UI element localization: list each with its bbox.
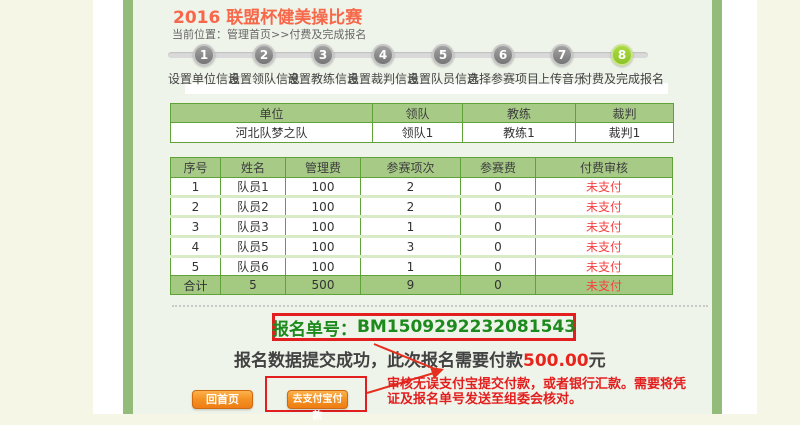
- cell: 100: [286, 178, 361, 197]
- cell: 100: [286, 217, 361, 237]
- table-row: 1 队员1 100 2 0 未支付: [171, 178, 673, 197]
- cell: 5: [171, 257, 221, 276]
- amount-due: 500.00: [523, 351, 589, 371]
- step-progress-track: [168, 52, 648, 58]
- table-row: 4 队员5 100 3 0 未支付: [171, 237, 673, 257]
- cell: 4: [171, 237, 221, 257]
- cell: 2: [171, 197, 221, 217]
- dotted-divider: [172, 305, 708, 307]
- team-info-table: 单位 领队 教练 裁判 河北队梦之队 领队1 教练1 裁判1: [170, 103, 674, 143]
- step-circle: 4: [372, 44, 394, 66]
- cell: 0: [461, 178, 536, 197]
- payment-status: 未支付: [536, 197, 673, 217]
- col-header: 管理费: [286, 158, 361, 178]
- col-header: 裁判: [576, 104, 674, 123]
- col-header: 姓名: [221, 158, 286, 178]
- step-circle: 1: [193, 44, 215, 66]
- order-number-value: BM1509292232081543: [357, 317, 576, 337]
- payment-status: 未支付: [536, 178, 673, 197]
- cell-total-label: 合计: [171, 276, 221, 295]
- col-header: 教练: [463, 104, 576, 123]
- cell: 0: [461, 237, 536, 257]
- cell-unit: 河北队梦之队: [171, 123, 373, 143]
- cell: 1: [171, 178, 221, 197]
- cell: 队员1: [221, 178, 286, 197]
- home-button[interactable]: 回首页: [192, 390, 253, 409]
- cell: 队员2: [221, 197, 286, 217]
- note-line: 审核无误支付宝提交付款，或者银行汇款。需要将凭: [387, 378, 686, 393]
- cell: 500: [286, 276, 361, 295]
- payment-status: 未支付: [536, 276, 673, 295]
- cell: 100: [286, 237, 361, 257]
- payment-status: 未支付: [536, 217, 673, 237]
- cell-leader: 领队1: [373, 123, 463, 143]
- cell: 0: [461, 276, 536, 295]
- col-header: 领队: [373, 104, 463, 123]
- cell: 0: [461, 257, 536, 276]
- cell: 1: [361, 217, 461, 237]
- step-circle: 3: [312, 44, 334, 66]
- note-line: 证及报名单号发送至组委会核对。: [387, 393, 686, 408]
- fee-table: 序号 姓名 管理费 参赛项次 参赛费 付费审核 1 队员1 100 2 0 未支…: [170, 157, 673, 295]
- breadcrumb: 当前位置：管理首页>>付费及完成报名: [172, 26, 366, 42]
- cell: 队员5: [221, 237, 286, 257]
- payment-status: 未支付: [536, 237, 673, 257]
- step-label: 付费及完成报名: [580, 70, 664, 87]
- left-white-band: [93, 0, 123, 414]
- cell: 2: [361, 178, 461, 197]
- page-title: 2016 联盟杯健美操比赛: [173, 3, 362, 28]
- page-root: 2016 联盟杯健美操比赛 当前位置：管理首页>>付费及完成报名 1 设置单位信…: [0, 0, 800, 414]
- step-circle: 7: [551, 44, 573, 66]
- step-label: 上传音乐: [538, 70, 586, 87]
- table-header-row: 单位 领队 教练 裁判: [171, 104, 674, 123]
- order-number-label: 报名单号：: [272, 315, 357, 340]
- col-header: 单位: [171, 104, 373, 123]
- table-header-row: 序号 姓名 管理费 参赛项次 参赛费 付费审核: [171, 158, 673, 178]
- step-circle-active: 8: [611, 44, 633, 66]
- table-row: 2 队员2 100 2 0 未支付: [171, 197, 673, 217]
- col-header: 付费审核: [536, 158, 673, 178]
- alipay-pay-button[interactable]: 去支付宝付款: [287, 390, 348, 409]
- payment-instruction-note: 审核无误支付宝提交付款，或者银行汇款。需要将凭 证及报名单号发送至组委会核对。: [387, 378, 686, 407]
- cell: 9: [361, 276, 461, 295]
- right-white-band: [722, 0, 757, 414]
- step-circle: 6: [492, 44, 514, 66]
- table-row: 河北队梦之队 领队1 教练1 裁判1: [171, 123, 674, 143]
- cell: 2: [361, 197, 461, 217]
- table-total-row: 合计 5 500 9 0 未支付: [171, 276, 673, 295]
- col-header: 序号: [171, 158, 221, 178]
- cell: 100: [286, 197, 361, 217]
- right-green-stripe: [712, 0, 722, 414]
- cell-coach: 教练1: [463, 123, 576, 143]
- table-row: 5 队员6 100 1 0 未支付: [171, 257, 673, 276]
- cell: 5: [221, 276, 286, 295]
- cell: 3: [171, 217, 221, 237]
- col-header: 参赛项次: [361, 158, 461, 178]
- table-row: 3 队员3 100 1 0 未支付: [171, 217, 673, 237]
- col-header: 参赛费: [461, 158, 536, 178]
- cell: 0: [461, 197, 536, 217]
- cell: 3: [361, 237, 461, 257]
- currency-unit: 元: [589, 351, 606, 371]
- payment-status: 未支付: [536, 257, 673, 276]
- cell: 1: [361, 257, 461, 276]
- cell: 0: [461, 217, 536, 237]
- cell: 队员6: [221, 257, 286, 276]
- cell: 队员3: [221, 217, 286, 237]
- step-label: 选择参赛项目: [467, 70, 539, 87]
- cell: 100: [286, 257, 361, 276]
- step-circle: 5: [432, 44, 454, 66]
- step-circle: 2: [253, 44, 275, 66]
- cell-judge: 裁判1: [576, 123, 674, 143]
- left-green-stripe: [123, 0, 133, 414]
